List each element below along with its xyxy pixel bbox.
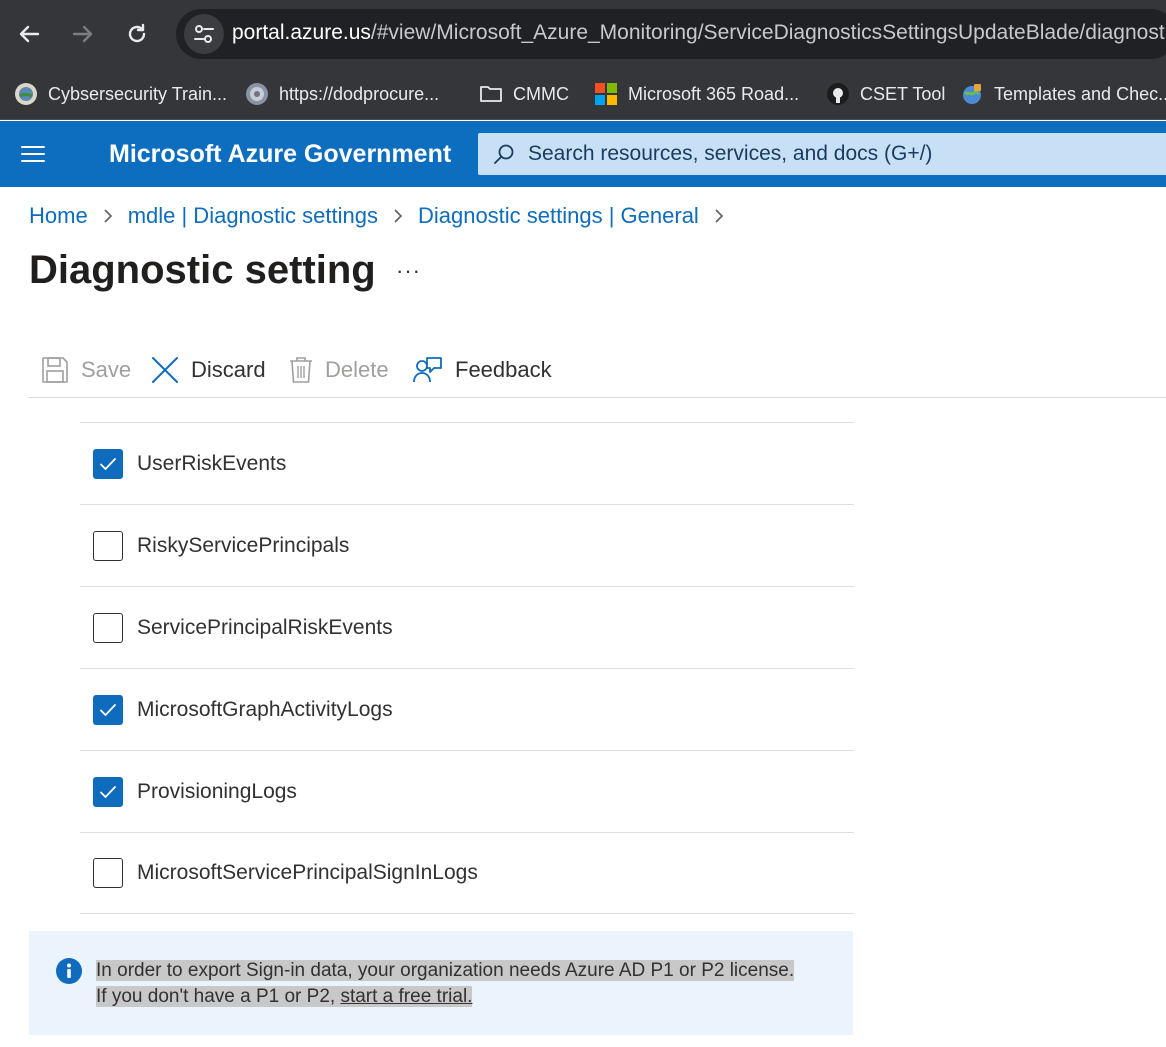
save-label: Save <box>81 357 132 382</box>
globe-seal-icon <box>14 82 38 106</box>
chevron-right-icon <box>102 208 114 224</box>
info-icon <box>56 958 82 984</box>
breadcrumb-diagnostic-settings-general[interactable]: Diagnostic settings | General <box>418 203 699 229</box>
log-category-row[interactable]: ServicePrincipalRiskEvents <box>80 586 854 668</box>
bookmark-cset-tool[interactable]: CSET Tool <box>826 78 945 110</box>
url-path: /#view/Microsoft_Azure_Monitoring/Servic… <box>370 21 1166 44</box>
bookmark-templates-and-checklists[interactable]: Templates and Chec... <box>960 78 1166 110</box>
log-category-row[interactable]: MicrosoftServicePrincipalSignInLogs <box>80 832 854 914</box>
log-category-checkbox[interactable] <box>93 612 123 643</box>
command-bar: Save Discard Delete Feedback <box>29 346 1166 398</box>
log-category-label: MicrosoftServicePrincipalSignInLogs <box>137 861 478 884</box>
delete-button[interactable]: Delete <box>289 352 389 388</box>
checkmark-icon <box>100 457 116 470</box>
log-category-label: ProvisioningLogs <box>137 779 297 803</box>
forward-button[interactable] <box>63 14 103 54</box>
delete-label: Delete <box>325 357 389 382</box>
page-title: Diagnostic setting <box>29 248 376 292</box>
github-icon <box>826 82 850 106</box>
bookmarks-bar: Cybsersecurity Train... https://dodprocu… <box>0 68 1166 120</box>
puzzle-globe-icon <box>960 82 984 106</box>
bookmark-folder-cmmc[interactable]: CMMC <box>479 78 569 110</box>
microsoft-logo-icon <box>594 82 618 106</box>
log-category-checkbox[interactable] <box>93 694 123 725</box>
bookmark-label: Microsoft 365 Road... <box>628 83 800 104</box>
url-text: portal.azure.us/#view/Microsoft_Azure_Mo… <box>232 21 1166 45</box>
reload-button[interactable] <box>117 14 157 54</box>
save-button[interactable]: Save <box>41 352 131 388</box>
log-category-row[interactable]: RiskyServicePrincipals <box>80 504 854 586</box>
url-host: portal.azure.us <box>232 21 371 44</box>
bookmark-label: Templates and Chec... <box>994 83 1166 104</box>
global-search-input[interactable]: Search resources, services, and docs (G+… <box>478 133 1166 175</box>
license-info-banner: In order to export Sign-in data, your or… <box>29 931 853 1035</box>
info-message: In order to export Sign-in data, your or… <box>96 958 795 1010</box>
log-category-checkbox[interactable] <box>93 776 123 807</box>
chevron-right-icon <box>713 208 725 224</box>
info-line-2: If you don't have a P1 or P2, <box>96 986 341 1007</box>
search-placeholder: Search resources, services, and docs (G+… <box>528 142 933 165</box>
portal-menu-button[interactable] <box>20 141 52 167</box>
arrow-right-icon <box>72 25 93 43</box>
log-category-checkbox[interactable] <box>93 530 123 561</box>
bookmark-label: https://dodprocure... <box>279 83 440 104</box>
start-free-trial-link[interactable]: start a free trial. <box>340 986 473 1007</box>
feedback-label: Feedback <box>455 357 552 382</box>
bookmark-dodprocurement[interactable]: https://dodprocure... <box>245 78 439 110</box>
breadcrumb-home[interactable]: Home <box>29 203 88 229</box>
checkmark-icon <box>100 785 116 798</box>
breadcrumb: Home mdle | Diagnostic settings Diagnost… <box>29 203 739 229</box>
seal-icon <box>245 82 269 106</box>
log-category-row[interactable]: MicrosoftGraphActivityLogs <box>80 668 854 750</box>
bookmark-cybersecurity-training[interactable]: Cybsersecurity Train... <box>14 78 227 110</box>
folder-icon <box>479 82 503 106</box>
log-category-label: ServicePrincipalRiskEvents <box>137 615 393 639</box>
reload-icon <box>128 23 146 43</box>
breadcrumb-diagnostic-settings[interactable]: mdle | Diagnostic settings <box>128 203 378 229</box>
log-category-checkbox[interactable] <box>93 448 123 479</box>
log-category-label: RiskyServicePrincipals <box>137 533 350 557</box>
log-category-row[interactable]: ProvisioningLogs <box>80 750 854 832</box>
address-bar[interactable]: portal.azure.us/#view/Microsoft_Azure_Mo… <box>176 9 1166 59</box>
back-button[interactable] <box>9 14 49 54</box>
bookmark-label: CMMC <box>513 83 569 104</box>
arrow-left-icon <box>19 25 40 43</box>
bookmark-label: Cybsersecurity Train... <box>48 83 228 104</box>
bookmark-microsoft-365-roadmap[interactable]: Microsoft 365 Road... <box>594 78 799 110</box>
feedback-icon <box>413 357 442 383</box>
log-categories-list: UserRiskEvents RiskyServicePrincipals Serv… <box>80 422 854 914</box>
browser-toolbar: portal.azure.us/#view/Microsoft_Azure_Mo… <box>0 0 1166 68</box>
chevron-right-icon <box>392 208 404 224</box>
checkmark-icon <box>100 703 116 716</box>
search-icon <box>494 144 514 164</box>
info-line-1: In order to export Sign-in data, your or… <box>96 960 795 981</box>
tune-icon <box>194 25 214 43</box>
azure-header: Microsoft Azure Government Search resour… <box>0 121 1166 187</box>
hamburger-icon <box>21 146 45 162</box>
feedback-button[interactable]: Feedback <box>413 352 552 388</box>
discard-label: Discard <box>191 357 266 382</box>
portal-brand[interactable]: Microsoft Azure Government <box>109 140 451 169</box>
log-category-checkbox[interactable] <box>93 858 123 888</box>
discard-button[interactable]: Discard <box>151 352 266 388</box>
trash-icon <box>290 357 312 383</box>
log-category-label: MicrosoftGraphActivityLogs <box>137 697 393 721</box>
bookmark-label: CSET Tool <box>860 83 946 104</box>
log-category-label: UserRiskEvents <box>137 451 287 475</box>
log-category-row[interactable]: UserRiskEvents <box>80 422 854 504</box>
more-options-button[interactable]: ··· <box>396 258 421 284</box>
site-info-button[interactable] <box>184 14 224 54</box>
close-icon <box>152 357 178 383</box>
save-icon <box>42 357 68 383</box>
